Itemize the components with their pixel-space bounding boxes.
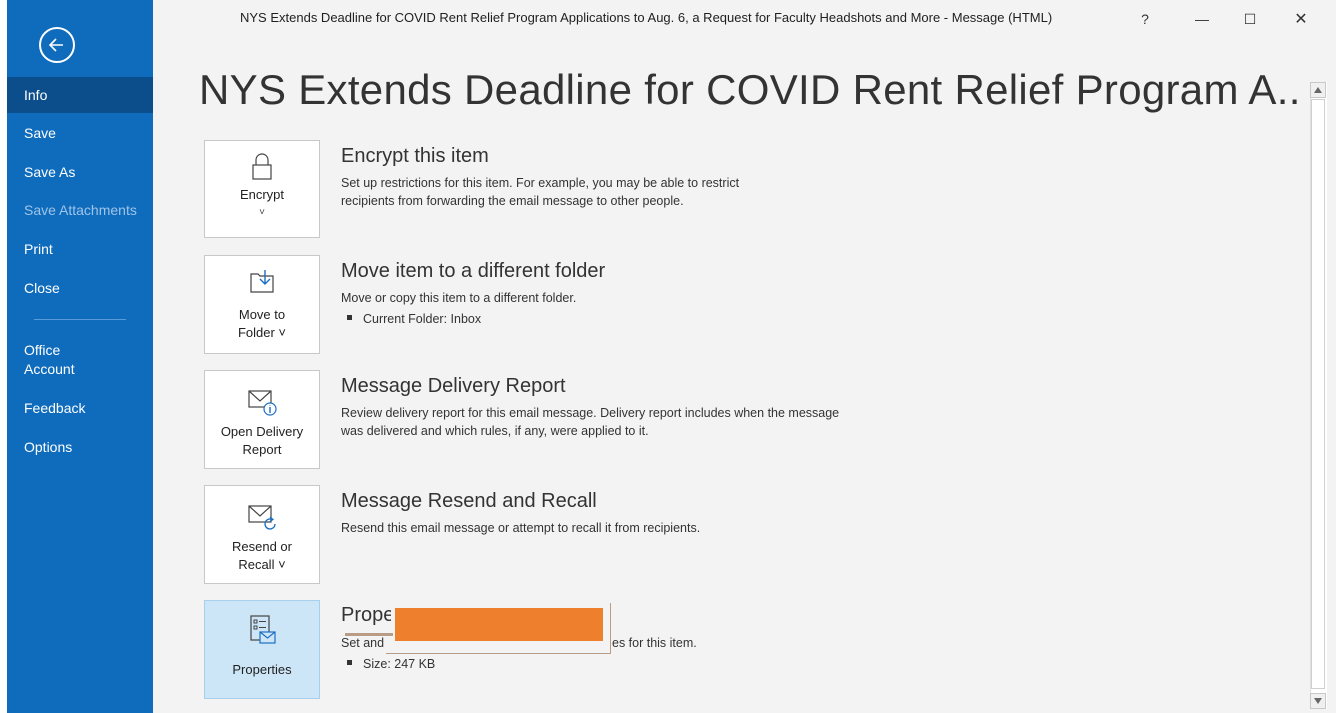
resend-label-line1: Resend or (232, 539, 292, 554)
help-button[interactable]: ? (1130, 6, 1160, 32)
current-folder-text: Current Folder: Inbox (363, 312, 482, 326)
resend-recall-button[interactable]: Resend or Recall ˅ (204, 485, 320, 584)
move-to-label-line1: Move to (238, 307, 286, 322)
properties-description-start: Set and (341, 636, 385, 650)
resend-label-line2: Recall ˅ (238, 557, 286, 572)
properties-icon (250, 615, 276, 644)
scroll-down-button[interactable] (1310, 693, 1326, 709)
close-window-button[interactable]: ✕ (1286, 6, 1316, 32)
lock-icon (252, 153, 272, 180)
envelope-resend-icon (248, 505, 276, 530)
outlook-backstage-window: Info Save Save As Save Attachments Print… (0, 0, 1336, 713)
backstage-sidebar: Info Save Save As Save Attachments Print… (7, 0, 153, 713)
encrypt-description: Set up restrictions for this item. For e… (341, 176, 740, 208)
nav-save-attachments[interactable]: Save Attachments (7, 192, 153, 228)
nav-info[interactable]: Info (7, 77, 153, 113)
delivery-label-line1: Open Delivery (220, 424, 304, 439)
triangle-up-icon (1314, 87, 1322, 93)
properties-heading: Prope (341, 604, 391, 626)
triangle-down-icon (1314, 698, 1322, 704)
scroll-up-button[interactable] (1310, 82, 1326, 98)
resend-description: Resend this email message or attempt to … (341, 521, 701, 535)
delivery-label-line2: Report (242, 442, 282, 457)
current-folder-bullet: Current Folder: Inbox (347, 312, 481, 326)
bullet-square (347, 315, 352, 321)
nav-options[interactable]: Options (7, 429, 153, 465)
move-to-folder-button[interactable]: Move to Folder ˅ (204, 255, 320, 354)
delivery-description: Review delivery report for this email me… (341, 406, 840, 438)
redaction-box (395, 608, 603, 641)
properties-button[interactable]: Properties (204, 600, 320, 699)
envelope-info-icon (248, 390, 277, 416)
nav-save[interactable]: Save (7, 115, 153, 151)
chevron-down-icon: ˅ (259, 207, 265, 218)
properties-description-end: es for this item. (612, 636, 697, 650)
sidebar-divider (34, 319, 126, 320)
nav-feedback[interactable]: Feedback (7, 390, 153, 426)
nav-office-account[interactable]: Office Account (7, 337, 107, 381)
encrypt-label: Encrypt (239, 187, 285, 202)
open-delivery-report-button[interactable]: Open Delivery Report (204, 370, 320, 469)
properties-label: Properties (232, 662, 292, 677)
nav-save-as[interactable]: Save As (7, 154, 153, 190)
nav-print[interactable]: Print (7, 231, 153, 267)
window-title: NYS Extends Deadline for COVID Rent Reli… (240, 10, 1053, 25)
move-heading: Move item to a different folder (341, 260, 606, 282)
move-folder-icon (250, 270, 274, 293)
nav-close[interactable]: Close (7, 270, 153, 306)
page-title: NYS Extends Deadline for COVID Rent Reli… (199, 66, 1299, 113)
move-to-label-line2: Folder ˅ (237, 325, 287, 340)
encrypt-button[interactable]: Encrypt ˅ (204, 140, 320, 238)
size-text: Size: 247 KB (363, 657, 436, 671)
delivery-heading: Message Delivery Report (341, 375, 566, 397)
bullet-square (347, 660, 352, 666)
scrollbar-thumb[interactable] (1311, 99, 1325, 689)
back-button[interactable] (39, 27, 75, 63)
back-arrow-icon (48, 38, 63, 52)
encrypt-heading: Encrypt this item (341, 145, 489, 167)
minimize-button[interactable]: — (1187, 6, 1217, 32)
maximize-button[interactable]: ☐ (1235, 6, 1265, 32)
resend-heading: Message Resend and Recall (341, 490, 597, 512)
move-description: Move or copy this item to a different fo… (341, 291, 577, 305)
window-left-edge (0, 0, 7, 713)
size-bullet: Size: 247 KB (347, 657, 435, 671)
